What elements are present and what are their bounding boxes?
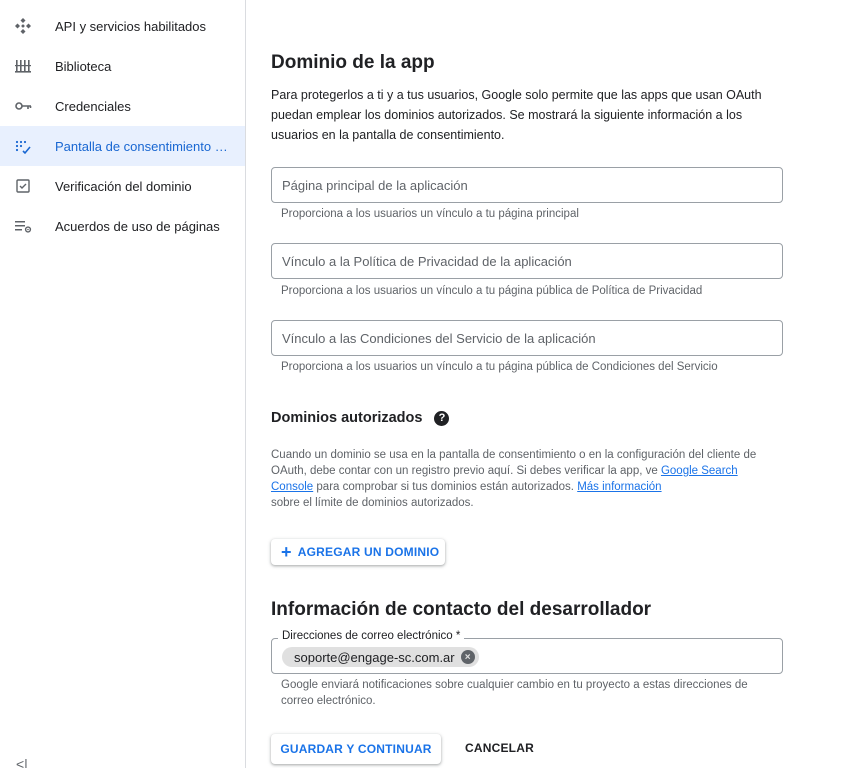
cancel-button[interactable]: CANCELAR xyxy=(465,741,534,755)
privacy-policy-input[interactable] xyxy=(272,244,782,278)
more-info-link[interactable]: Más información xyxy=(577,481,661,493)
section-title-app-domain: Dominio de la app xyxy=(271,52,435,73)
consent-icon xyxy=(14,137,32,155)
authorized-domains-text-3: sobre el límite de dominios autorizados. xyxy=(271,497,474,509)
homepage-hint: Proporciona a los usuarios un vínculo a … xyxy=(281,208,579,220)
settings-list-icon xyxy=(14,217,32,235)
authorized-domains-text-2: para comprobar si tus dominios están aut… xyxy=(313,481,578,493)
remove-chip-icon[interactable]: × xyxy=(460,650,475,664)
add-domain-button[interactable]: + AGREGAR UN DOMINIO xyxy=(271,539,445,565)
sidebar-item-label: Verificación del dominio xyxy=(55,178,192,194)
authorized-domains-header: Dominios autorizados ? xyxy=(271,410,450,426)
terms-of-service-input[interactable] xyxy=(272,321,782,355)
homepage-input[interactable] xyxy=(272,168,782,202)
help-icon[interactable]: ? xyxy=(434,410,450,426)
sidebar-item-label: Pantalla de consentimiento … xyxy=(55,138,228,154)
save-continue-button[interactable]: GUARDAR Y CONTINUAR xyxy=(271,734,441,764)
privacy-policy-field[interactable] xyxy=(271,243,783,279)
email-chip: soporte@engage-sc.com.ar × xyxy=(282,647,479,667)
sidebar-item-label: API y servicios habilitados xyxy=(55,18,207,34)
authorized-domains-description: Cuando un dominio se usa en la pantalla … xyxy=(271,447,783,511)
sidebar-item-consent-screen[interactable]: Pantalla de consentimiento … xyxy=(0,126,245,166)
sidebar-item-page-agreements[interactable]: Acuerdos de uso de páginas xyxy=(0,206,245,246)
checkbox-icon xyxy=(14,177,32,195)
sidebar-item-credentials[interactable]: Credenciales xyxy=(0,86,245,126)
sidebar-item-library[interactable]: Biblioteca xyxy=(0,46,245,86)
email-chip-label: soporte@engage-sc.com.ar xyxy=(294,649,455,665)
authorized-domains-title: Dominios autorizados xyxy=(271,410,423,426)
sidebar-item-label: Acuerdos de uso de páginas xyxy=(55,218,220,234)
plus-icon: + xyxy=(281,542,292,562)
homepage-field[interactable] xyxy=(271,167,783,203)
collapse-sidebar-icon[interactable]: <| xyxy=(16,754,28,768)
privacy-policy-hint: Proporciona a los usuarios un vínculo a … xyxy=(281,285,703,297)
api-icon xyxy=(14,17,32,35)
terms-of-service-hint: Proporciona a los usuarios un vínculo a … xyxy=(281,361,718,373)
email-hint: Google enviará notificaciones sobre cual… xyxy=(281,679,748,707)
add-domain-label: AGREGAR UN DOMINIO xyxy=(297,545,440,559)
terms-of-service-field[interactable] xyxy=(271,320,783,356)
section-title-developer-contact: Información de contacto del desarrollado… xyxy=(271,599,652,620)
sidebar: API y servicios habilitados Biblioteca C… xyxy=(0,0,246,768)
library-icon xyxy=(14,57,32,75)
sidebar-item-label: Credenciales xyxy=(55,98,131,114)
email-field-label: Direcciones de correo electrónico * xyxy=(278,630,465,642)
sidebar-item-domain-verification[interactable]: Verificación del dominio xyxy=(0,166,245,206)
sidebar-item-apis[interactable]: API y servicios habilitados xyxy=(0,6,245,46)
email-field[interactable]: Direcciones de correo electrónico * sopo… xyxy=(271,630,783,674)
key-icon xyxy=(14,97,32,115)
sidebar-item-label: Biblioteca xyxy=(55,58,112,74)
app-domain-description: Para protegerlos a ti y a tus usuarios, … xyxy=(271,88,762,142)
